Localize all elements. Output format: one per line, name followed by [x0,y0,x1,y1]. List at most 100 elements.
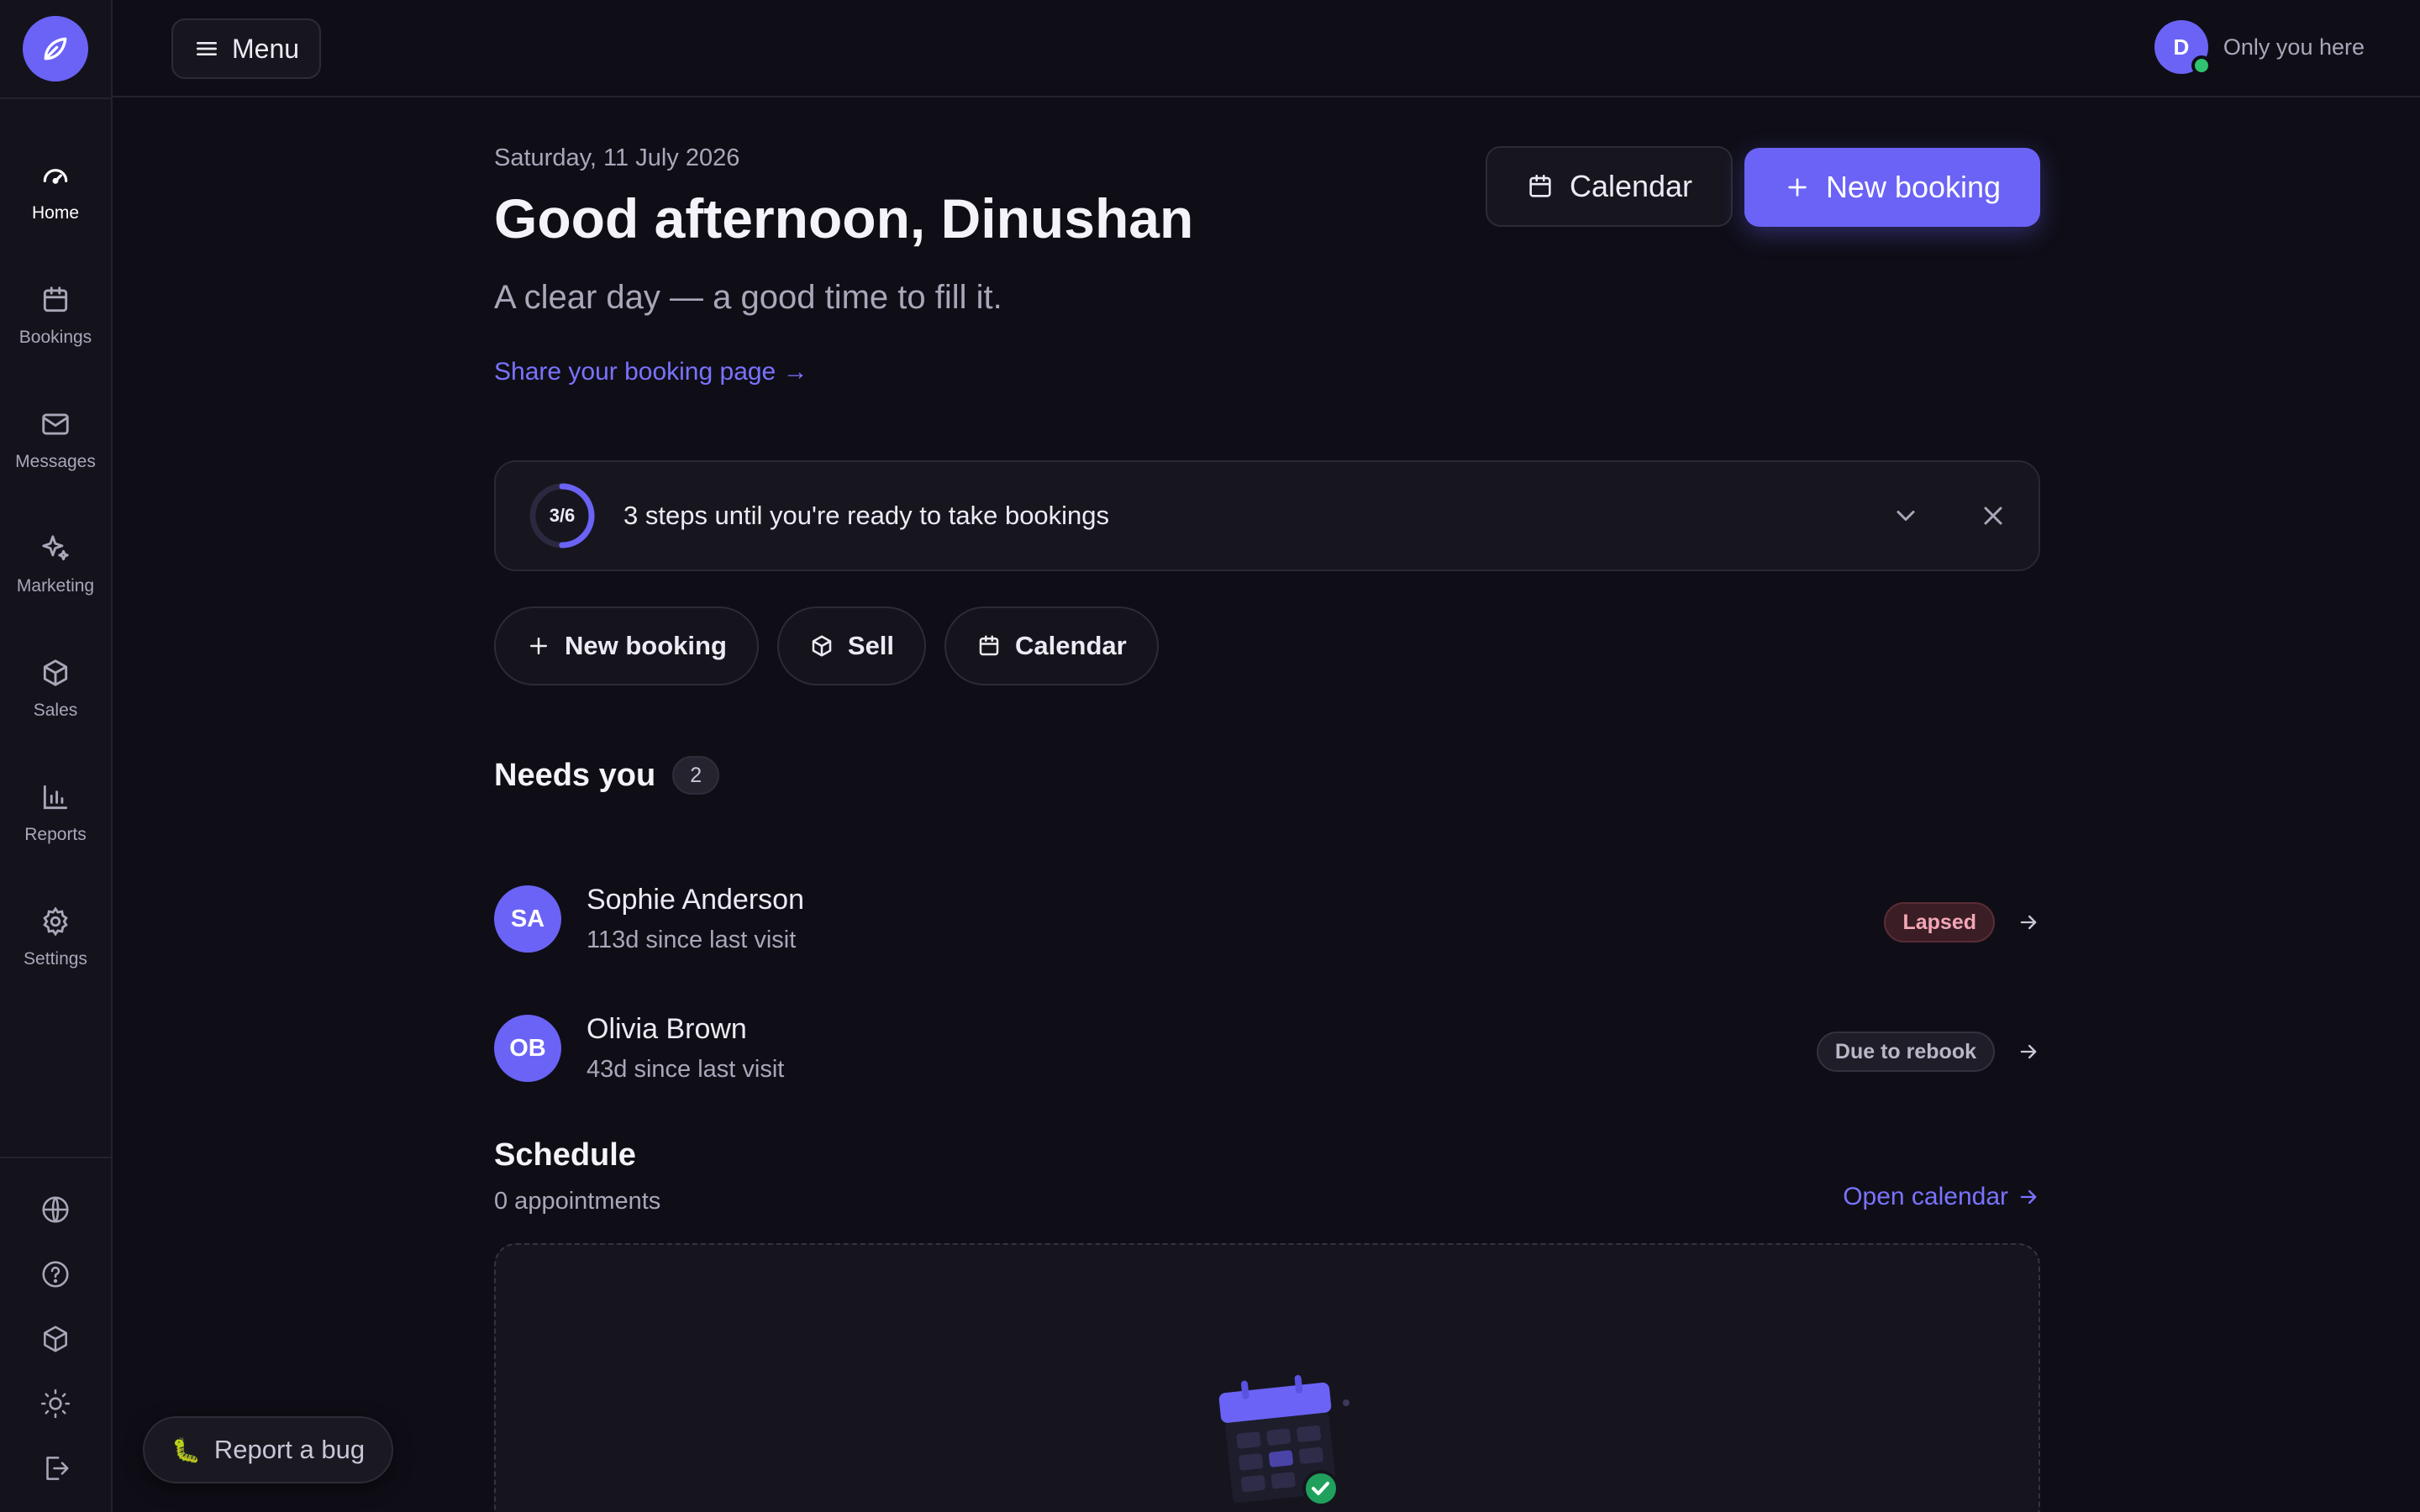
mail-icon [39,408,71,440]
sidebar-item-label: Bookings [18,328,92,347]
quick-actions: New booking Sell Calendar [494,606,1159,685]
sun-icon [40,1389,71,1418]
greeting-subline: A clear day — a good time to fill it. [494,279,1002,316]
theme-toggle[interactable] [0,1371,111,1436]
calendar-icon [1529,174,1551,197]
sidebar-item-settings[interactable]: Settings [0,875,111,1000]
client-avatar: SA [494,885,561,953]
box-icon [812,635,832,657]
sidebar-item-label: Home [31,203,80,223]
user-status-text: Only you here [2223,34,2365,60]
client-row[interactable]: OB Olivia Brown 43d since last visit Due… [494,1006,2040,1090]
sidebar-item-home[interactable]: Home [0,129,111,254]
chevron-down-icon [1897,511,1915,521]
new-booking-button-label: New booking [1825,170,2002,204]
box-icon [39,657,71,689]
bug-icon: 🐛 [171,1436,201,1463]
progress-label: 3/6 [549,505,576,526]
calendar-icon [979,635,999,656]
app-logo[interactable] [23,16,88,81]
client-actions: Lapsed [1884,902,2040,942]
report-bug-button[interactable]: 🐛 Report a bug [143,1416,394,1483]
expand-steps-button[interactable] [1891,501,1921,531]
menu-label: Menu [232,33,300,64]
client-name: Olivia Brown [587,1013,747,1045]
empty-calendar-illustration [1202,1362,1370,1512]
share-booking-page-link[interactable]: Share your booking page → [494,358,808,386]
help-button[interactable] [0,1242,111,1306]
top-bar: Menu D Only you here [113,0,2420,97]
sidebar-item-label: Marketing [16,576,95,596]
sidebar-item-marketing[interactable]: Marketing [0,502,111,627]
needs-you-header: Needs you 2 [494,756,720,795]
products-button[interactable] [0,1306,111,1371]
status-badge: Lapsed [1884,902,1995,942]
close-icon [1984,507,2002,525]
sidebar-bottom-tools [0,1157,111,1512]
quick-new-booking-button[interactable]: New booking [494,606,759,685]
box-icon [44,1325,67,1352]
status-badge: Due to rebook [1816,1032,1995,1072]
logout-icon [46,1456,69,1480]
page-title: Good afternoon, Dinushan [494,187,1194,249]
client-avatar: OB [494,1015,561,1082]
quick-action-label: Calendar [1015,631,1127,660]
globe-icon [42,1195,69,1223]
dismiss-steps-button[interactable] [1978,501,2008,531]
report-bug-label: Report a bug [213,1435,366,1464]
open-calendar-label: Open calendar [1843,1183,2008,1210]
sparkle-icon [39,533,71,564]
help-icon [42,1260,69,1288]
user-chip[interactable]: D Only you here [2154,20,2365,76]
client-info: Sophie Anderson 113d since last visit [587,884,804,954]
open-calendar-link[interactable]: Open calendar [1843,1183,2040,1211]
avatar[interactable]: D [2154,20,2212,76]
sidebar-item-label: Reports [24,825,87,844]
hamburger-icon [197,41,217,55]
sidebar-item-messages[interactable]: Messages [0,378,111,502]
bar-chart-icon [39,781,71,813]
calendar-button[interactable]: Calendar [1486,146,1733,227]
quick-sell-button[interactable]: Sell [776,606,927,685]
sidebar-nav: Home Bookings Messages Marketing Sales R… [0,99,111,1000]
client-row[interactable]: SA Sophie Anderson 113d since last visit… [494,877,2040,961]
schedule-empty-state [494,1243,2040,1512]
client-last-visit: 43d since last visit [587,1056,785,1083]
client-last-visit: 113d since last visit [587,927,797,953]
menu-button[interactable]: Menu [171,18,322,79]
sidebar-item-label: Messages [15,452,96,471]
sidebar-item-bookings[interactable]: Bookings [0,254,111,378]
sidebar: Home Bookings Messages Marketing Sales R… [0,0,113,1512]
sidebar-item-sales[interactable]: Sales [0,627,111,751]
logo-area [0,0,111,99]
calendar-icon [39,284,71,316]
quick-action-label: New booking [565,631,727,660]
setup-progress-ring: 3/6 [526,480,598,552]
schedule-title: Schedule [494,1137,636,1173]
new-booking-button[interactable]: New booking [1744,148,2040,227]
plus-icon [1788,178,1807,197]
arrow-right-icon [2020,1189,2037,1205]
setup-progress-card[interactable]: 3/6 3 steps until you're ready to take b… [494,460,2040,571]
client-info: Olivia Brown 43d since last visit [587,1013,784,1084]
quick-calendar-button[interactable]: Calendar [944,606,1159,685]
client-actions: Due to rebook [1816,1032,2040,1072]
schedule-count: 0 appointments [494,1188,661,1215]
quick-action-label: Sell [847,631,895,660]
arrow-right-icon[interactable] [2017,1040,2040,1063]
language-button[interactable] [0,1177,111,1242]
arrow-right-icon[interactable] [2017,911,2040,934]
online-status-dot [2191,55,2212,76]
avatar-initial: D [2173,34,2190,60]
gauge-icon [39,160,71,192]
needs-you-title: Needs you [494,757,656,793]
sidebar-item-label: Settings [24,949,87,969]
sidebar-item-reports[interactable]: Reports [0,751,111,875]
plus-icon [530,638,547,654]
logout-button[interactable] [0,1436,111,1500]
calendar-button-label: Calendar [1569,169,1693,203]
sidebar-item-label: Sales [33,701,78,720]
leaf-icon [44,37,67,60]
client-name: Sophie Anderson [587,884,804,916]
setup-steps-text: 3 steps until you're ready to take booki… [623,501,1110,530]
